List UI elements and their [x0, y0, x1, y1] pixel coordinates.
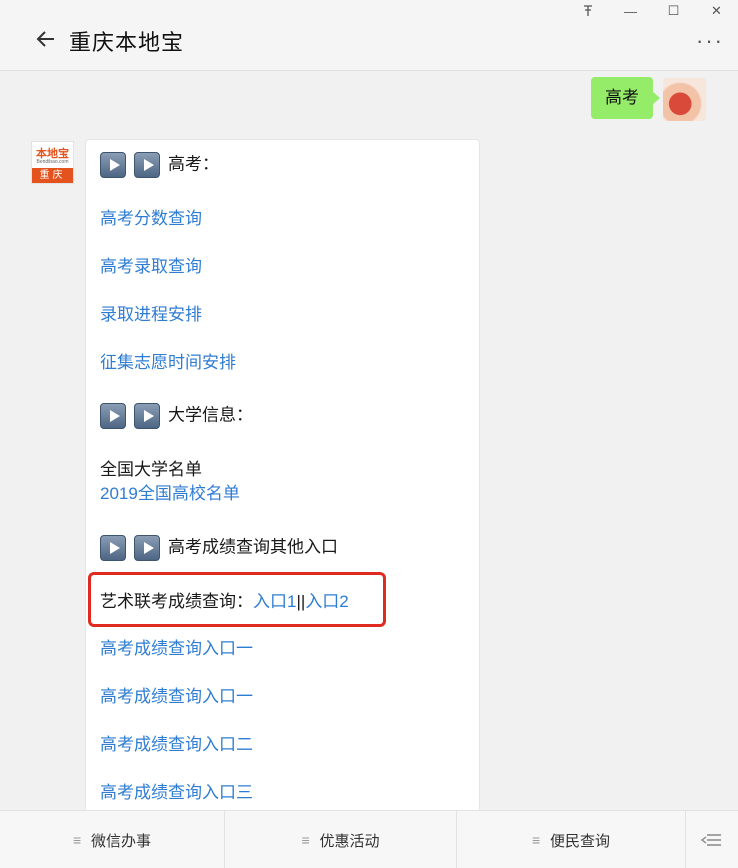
link-score-entry-2[interactable]: 高考成绩查询入口二 [100, 733, 253, 757]
link-gaokao-score[interactable]: 高考分数查询 [100, 207, 202, 231]
link-admission-progress[interactable]: 录取进程安排 [100, 303, 202, 327]
menu-item-promotions[interactable]: ≡ 优惠活动 [225, 811, 457, 868]
section-header-university: 大学信息： [100, 403, 253, 429]
section-title: 高考成绩查询其他入口 [168, 537, 338, 557]
pin-icon[interactable] [566, 0, 609, 22]
logo-url: Bendibao.com [36, 159, 69, 165]
play-icon [134, 535, 160, 561]
window-controls: — ☐ ✕ [566, 0, 738, 22]
back-arrow-icon[interactable] [34, 27, 58, 51]
link-score-entry-1b[interactable]: 高考成绩查询入口一 [100, 685, 253, 709]
link-gaokao-admission[interactable]: 高考录取查询 [100, 255, 202, 279]
maximize-button[interactable]: ☐ [652, 0, 695, 22]
section-title: 高考： [168, 154, 219, 174]
menu-label: 优惠活动 [319, 832, 380, 850]
chat-area[interactable]: 高考 本地宝 Bendibao.com 重庆 高考： 高考分数查询 高考录取查询… [0, 72, 738, 810]
section-header-other-entries: 高考成绩查询其他入口 [100, 535, 338, 561]
menu-label: 便民查询 [549, 832, 610, 850]
more-options-icon[interactable]: ··· [696, 30, 724, 52]
minimize-button[interactable]: — [609, 0, 652, 22]
menu-item-wechat-services[interactable]: ≡ 微信办事 [0, 811, 225, 868]
menu-item-public-services[interactable]: ≡ 便民查询 [457, 811, 686, 868]
link-score-entry-3[interactable]: 高考成绩查询入口三 [100, 781, 253, 805]
bot-avatar[interactable]: 本地宝 Bendibao.com 重庆 [31, 141, 74, 184]
play-icon [100, 152, 126, 178]
play-icon [100, 535, 126, 561]
bottom-menu: ≡ 微信办事 ≡ 优惠活动 ≡ 便民查询 [0, 810, 738, 868]
link-university-list-2019[interactable]: 2019全国高校名单 [100, 482, 240, 506]
menu-list-icon: ≡ [531, 832, 541, 848]
play-icon [134, 152, 160, 178]
link-volunteer-schedule[interactable]: 征集志愿时间安排 [100, 351, 236, 375]
section-header-gaokao: 高考： [100, 152, 219, 178]
keyboard-toggle-icon[interactable] [686, 811, 738, 868]
menu-label: 微信办事 [90, 832, 151, 850]
close-button[interactable]: ✕ [695, 0, 738, 22]
my-avatar[interactable] [663, 78, 706, 121]
menu-list-icon: ≡ [72, 832, 82, 848]
menu-list-icon: ≡ [301, 832, 310, 848]
section-title: 大学信息： [168, 405, 253, 425]
play-icon [100, 403, 126, 429]
bot-message-bubble: 高考： 高考分数查询 高考录取查询 录取进程安排 征集志愿时间安排 大学信息： … [85, 139, 480, 810]
university-list-label: 全国大学名单 [100, 460, 202, 479]
logo-city: 重庆 [32, 168, 73, 183]
chat-title: 重庆本地宝 [69, 30, 185, 55]
highlight-box [88, 572, 386, 627]
my-message-bubble[interactable]: 高考 [591, 77, 660, 119]
play-icon [134, 403, 160, 429]
link-score-entry-1[interactable]: 高考成绩查询入口一 [100, 637, 253, 661]
